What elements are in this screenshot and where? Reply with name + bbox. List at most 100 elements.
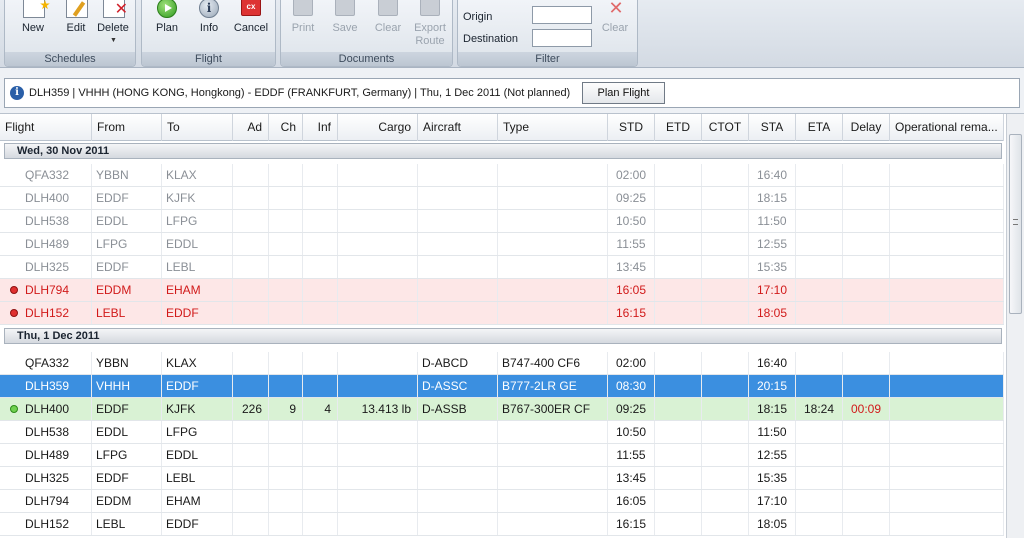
cell-from: VHHH xyxy=(92,375,162,397)
cell-sta: 15:35 xyxy=(749,467,796,489)
cell-eta xyxy=(796,233,843,255)
plan-flight-button[interactable]: Plan Flight xyxy=(582,82,665,104)
column-header-delay[interactable]: Delay xyxy=(843,114,890,141)
cell-etd xyxy=(655,352,702,374)
column-header-eta[interactable]: ETA xyxy=(796,114,843,141)
vertical-scrollbar[interactable] xyxy=(1006,114,1024,538)
print-button[interactable]: Print xyxy=(281,0,325,52)
table-row[interactable]: DLH794 EDDM EHAM 16:05 17:10 xyxy=(0,279,1004,302)
cell-remarks xyxy=(890,375,1004,397)
cell-ad xyxy=(233,467,269,489)
cell-sta: 15:35 xyxy=(749,256,796,278)
table-row[interactable]: DLH152 LEBL EDDF 16:15 18:05 xyxy=(0,513,1004,536)
cell-eta xyxy=(796,467,843,489)
table-row[interactable]: QFA332 YBBN KLAX 02:00 16:40 xyxy=(0,164,1004,187)
cell-type xyxy=(498,302,608,324)
cell-delay xyxy=(843,187,890,209)
table-row[interactable]: DLH489 LFPG EDDL 11:55 12:55 xyxy=(0,233,1004,256)
cell-remarks xyxy=(890,398,1004,420)
column-header-cargo[interactable]: Cargo xyxy=(338,114,418,141)
cell-ctot xyxy=(702,352,749,374)
cancel-flight-button[interactable]: cx Cancel xyxy=(229,0,273,52)
column-header-remarks[interactable]: Operational rema... xyxy=(890,114,1004,141)
cell-remarks xyxy=(890,210,1004,232)
table-row[interactable]: DLH489 LFPG EDDL 11:55 12:55 xyxy=(0,444,1004,467)
date-group-header[interactable]: Thu, 1 Dec 2011 xyxy=(4,328,1002,344)
column-header-sta[interactable]: STA xyxy=(749,114,796,141)
cell-std: 02:00 xyxy=(608,352,655,374)
cell-to: KLAX xyxy=(162,352,233,374)
cell-aircraft: D-ASSB xyxy=(418,398,498,420)
alert-status-icon xyxy=(10,286,18,294)
info-button[interactable]: i Info xyxy=(187,0,231,52)
cell-delay xyxy=(843,375,890,397)
cell-ctot xyxy=(702,375,749,397)
printer-icon xyxy=(293,0,313,16)
cell-aircraft xyxy=(418,302,498,324)
column-header-from[interactable]: From xyxy=(92,114,162,141)
cell-aircraft xyxy=(418,421,498,443)
cell-sta: 18:15 xyxy=(749,398,796,420)
cell-from: LEBL xyxy=(92,513,162,535)
cell-ad xyxy=(233,513,269,535)
filter-group: Origin Destination ✕ Clear Filter xyxy=(457,0,638,67)
cell-etd xyxy=(655,302,702,324)
trash-icon xyxy=(378,0,398,16)
column-header-std[interactable]: STD xyxy=(608,114,655,141)
table-row[interactable]: DLH794 EDDM EHAM 16:05 17:10 xyxy=(0,490,1004,513)
column-header-etd[interactable]: ETD xyxy=(655,114,702,141)
cell-std: 10:50 xyxy=(608,421,655,443)
new-schedule-button[interactable]: New xyxy=(11,0,55,52)
column-header-ch[interactable]: Ch xyxy=(269,114,303,141)
table-row[interactable]: DLH325 EDDF LEBL 13:45 15:35 xyxy=(0,467,1004,490)
cell-ctot xyxy=(702,467,749,489)
flight-summary-text: DLH359 | VHHH (HONG KONG, Hongkong) - ED… xyxy=(29,87,571,99)
flight-group-label: Flight xyxy=(142,52,275,66)
cell-from: LFPG xyxy=(92,233,162,255)
clear-filter-button[interactable]: ✕ Clear xyxy=(593,0,637,52)
table-row[interactable]: DLH359 VHHH EDDF D-ASSC B777-2LR GE 08:30 20:1… xyxy=(0,375,1004,398)
cell-type xyxy=(498,421,608,443)
plan-button[interactable]: Plan xyxy=(145,0,189,52)
alert-status-icon xyxy=(10,309,18,317)
cell-from: EDDM xyxy=(92,279,162,301)
destination-input[interactable] xyxy=(532,29,592,47)
cell-eta xyxy=(796,513,843,535)
table-row[interactable]: DLH400 EDDF KJFK 226 9 4 13.413 lb D-ASSB B767-3… xyxy=(0,398,1004,421)
column-header-inf[interactable]: Inf xyxy=(303,114,338,141)
cell-ctot xyxy=(702,513,749,535)
table-row[interactable]: DLH400 EDDF KJFK 09:25 18:15 xyxy=(0,187,1004,210)
cell-flight: DLH400 xyxy=(21,187,92,209)
table-row[interactable]: DLH152 LEBL EDDF 16:15 18:05 xyxy=(0,302,1004,325)
cell-ad xyxy=(233,233,269,255)
schedules-group: New Edit ✕ Delete ▼ Schedules xyxy=(4,0,136,67)
origin-input[interactable] xyxy=(532,6,592,24)
export-route-button[interactable]: Export Route xyxy=(408,0,452,52)
table-row[interactable]: QFA332 YBBN KLAX D-ABCD B747-400 CF6 02:00 16:… xyxy=(0,352,1004,375)
cell-inf xyxy=(303,256,338,278)
cell-std: 11:55 xyxy=(608,444,655,466)
table-row[interactable]: DLH325 EDDF LEBL 13:45 15:35 xyxy=(0,256,1004,279)
save-button[interactable]: Save xyxy=(323,0,367,52)
cell-ad xyxy=(233,375,269,397)
column-header-to[interactable]: To xyxy=(162,114,233,141)
column-header-flight[interactable]: Flight xyxy=(0,114,92,141)
table-row[interactable]: DLH538 EDDL LFPG 10:50 11:50 xyxy=(0,210,1004,233)
delete-schedule-button[interactable]: ✕ Delete ▼ xyxy=(91,0,135,52)
column-header-type[interactable]: Type xyxy=(498,114,608,141)
date-group-header[interactable]: Wed, 30 Nov 2011 xyxy=(4,143,1002,159)
cell-ch xyxy=(269,164,303,186)
cell-std: 13:45 xyxy=(608,467,655,489)
cell-type xyxy=(498,233,608,255)
cell-type xyxy=(498,513,608,535)
cell-etd xyxy=(655,375,702,397)
scrollbar-thumb[interactable] xyxy=(1009,134,1022,314)
table-row[interactable]: DLH538 EDDL LFPG 10:50 11:50 xyxy=(0,421,1004,444)
column-header-aircraft[interactable]: Aircraft xyxy=(418,114,498,141)
cell-aircraft xyxy=(418,490,498,512)
column-header-ctot[interactable]: CTOT xyxy=(702,114,749,141)
cell-sta: 12:55 xyxy=(749,233,796,255)
column-header-ad[interactable]: Ad xyxy=(233,114,269,141)
clear-document-button[interactable]: Clear xyxy=(366,0,410,52)
cell-type xyxy=(498,256,608,278)
